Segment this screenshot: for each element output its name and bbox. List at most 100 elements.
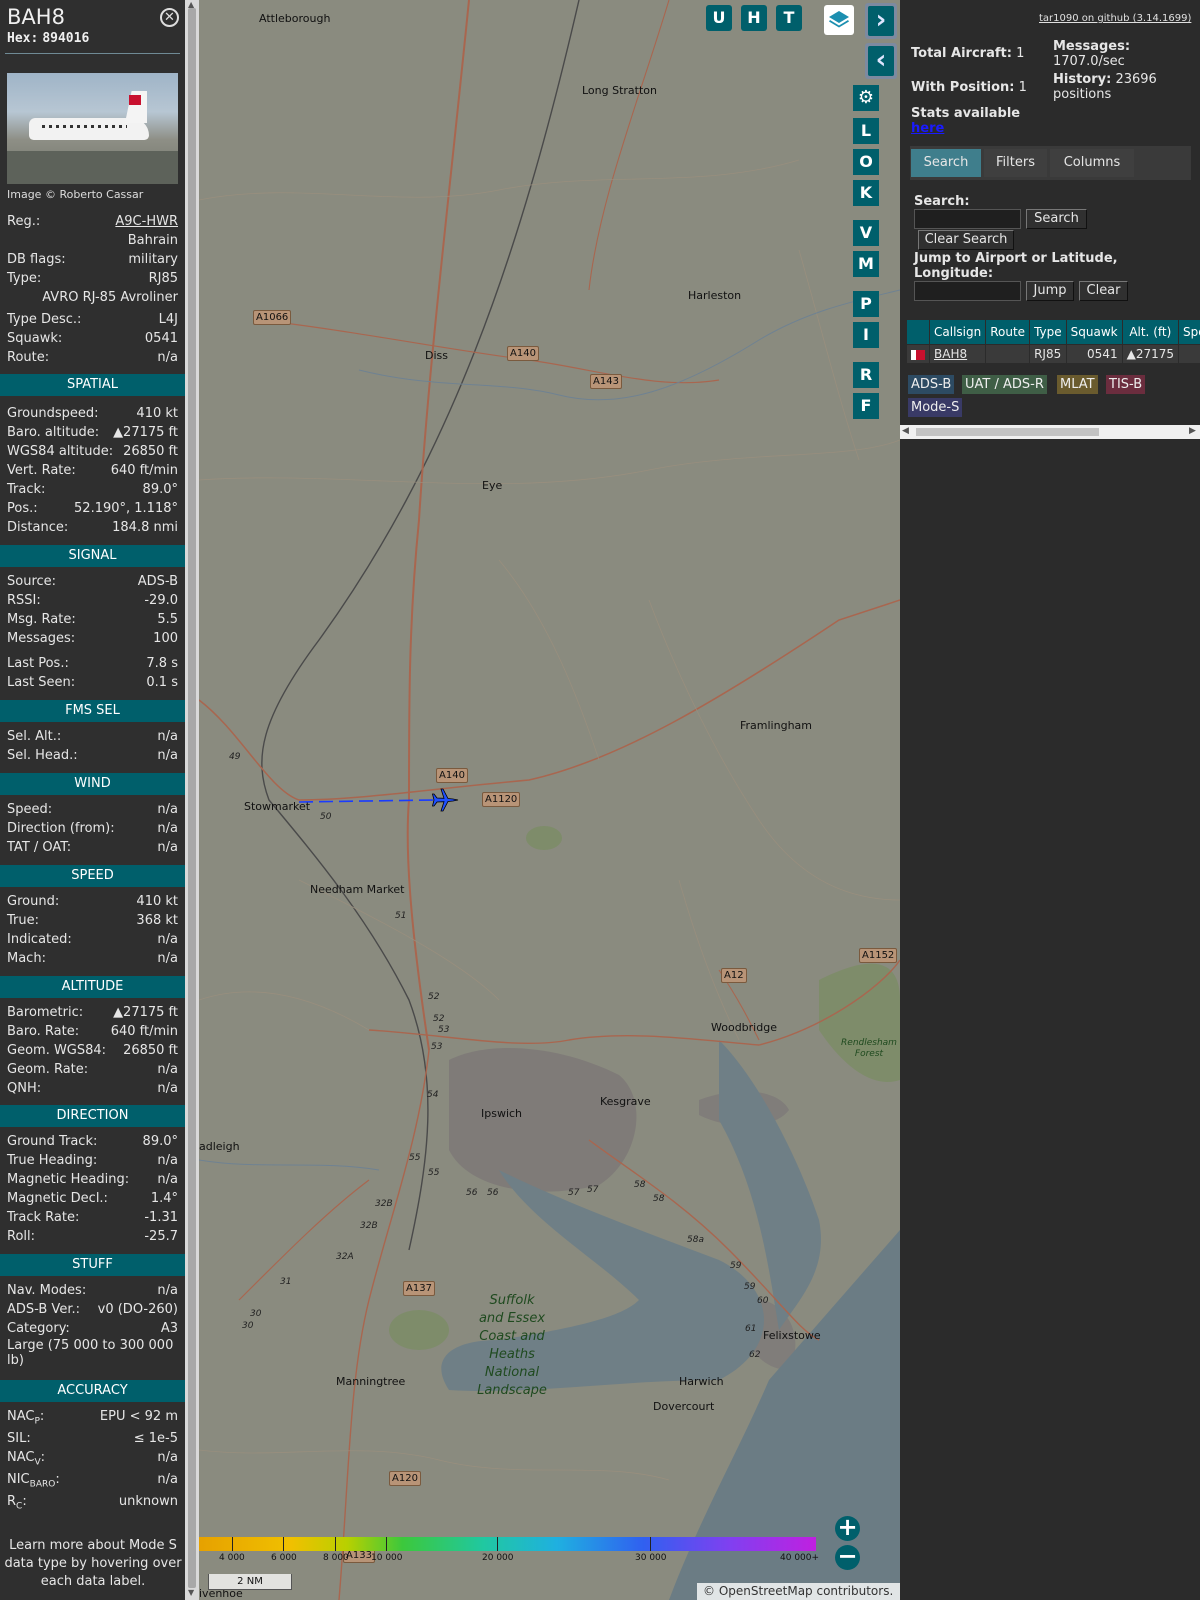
scroll-down-icon[interactable]: ▼ [188, 1588, 194, 1597]
field-label: True: [7, 913, 39, 928]
field-value: n/a [157, 1472, 178, 1487]
field-label: NACP: [7, 1409, 45, 1427]
signal-row: Source: ADS-B [7, 574, 178, 589]
section-header-spatial[interactable]: SPATIAL [0, 374, 185, 396]
section-header-wind[interactable]: WIND [0, 773, 185, 795]
spatial-row: WGS84 altitude: 26850 ft [7, 444, 178, 459]
place-label: Framlingham [740, 719, 812, 732]
jump-input[interactable] [914, 281, 1021, 301]
table-hscrollbar[interactable]: ◀ ▶ [900, 425, 1200, 439]
h-toggle-button[interactable]: H [741, 5, 767, 31]
place-label: Dovercourt [653, 1400, 715, 1413]
col-squawk[interactable]: Squawk [1065, 319, 1123, 345]
col-route[interactable]: Route [985, 319, 1031, 345]
settings-gear-icon[interactable]: ⚙ [853, 85, 879, 111]
field-label: Direction (from): [7, 821, 115, 836]
cell-squawk: 0541 [1065, 344, 1123, 364]
table-header: Callsign Route Type Squawk Alt. (ft) Spd [906, 319, 1200, 345]
col-callsign[interactable]: Callsign [928, 319, 987, 345]
layers-icon[interactable] [824, 5, 854, 35]
col-speed[interactable]: Spd [1178, 319, 1200, 345]
image-credit: Image © Roberto Cassar [7, 188, 144, 201]
place-label: Eye [482, 479, 503, 492]
tab-columns[interactable]: Columns [1050, 149, 1134, 177]
field-label: Sel. Alt.: [7, 729, 62, 744]
accuracy-row: RC: unknown [7, 1494, 178, 1512]
junction-label: 62 [749, 1350, 761, 1360]
search-input[interactable] [914, 209, 1021, 229]
road-label: A143 [590, 374, 622, 389]
col-type[interactable]: Type [1029, 319, 1067, 345]
section-header-accuracy[interactable]: ACCURACY [0, 1380, 185, 1402]
o-toggle-button[interactable]: O [853, 149, 879, 175]
section-header-altitude[interactable]: ALTITUDE [0, 976, 185, 998]
col-altitude[interactable]: Alt. (ft) [1121, 319, 1180, 345]
field-label: Barometric: [7, 1005, 84, 1020]
reg-link[interactable]: A9C-HWR [115, 214, 178, 229]
i-toggle-button[interactable]: I [853, 322, 879, 348]
next-aircraft-button[interactable]: › [865, 3, 897, 39]
clear-button[interactable]: Clear [1079, 281, 1128, 301]
close-icon[interactable]: ✕ [160, 8, 179, 27]
zoom-out-icon[interactable]: − [835, 1544, 860, 1570]
l-toggle-button[interactable]: L [853, 118, 879, 144]
field-value: n/a [157, 748, 178, 763]
squawk-row: Squawk: 0541 [7, 331, 178, 346]
speed-row: Mach: n/a [7, 951, 178, 966]
m-toggle-button[interactable]: M [853, 251, 879, 277]
hscroll-thumb[interactable] [916, 428, 1099, 436]
field-value: 26850 ft [123, 444, 178, 459]
field-label: RC: [7, 1494, 27, 1512]
type-row: Type: RJ85 [7, 271, 178, 286]
place-label: Diss [425, 349, 448, 362]
section-header-direction[interactable]: DIRECTION [0, 1105, 185, 1127]
section-header-speed[interactable]: SPEED [0, 865, 185, 887]
section-header-fms[interactable]: FMS SEL [0, 700, 185, 722]
osm-link[interactable]: OpenStreetMap [719, 1584, 813, 1598]
table-row[interactable]: BAH8 RJ85 0541 ▲27175 [906, 344, 1200, 364]
field-value: 52.190°, 1.118° [74, 501, 178, 516]
search-button[interactable]: Search [1026, 209, 1087, 229]
cell-callsign[interactable]: BAH8 [928, 344, 987, 364]
github-link[interactable]: tar1090 on github (3.14.1699) [1039, 13, 1191, 24]
left-scrollbar[interactable]: ▲ ▼ [185, 0, 199, 1600]
altitude-scale-label: 20 000 [482, 1553, 514, 1563]
altitude-scale-label: 4 000 [219, 1553, 245, 1563]
t-toggle-button[interactable]: T [776, 5, 802, 31]
signal-row: Msg. Rate: 5.5 [7, 612, 178, 627]
scroll-left-icon[interactable]: ◀ [902, 426, 909, 436]
v-toggle-button[interactable]: V [853, 220, 879, 246]
aircraft-photo[interactable] [7, 73, 178, 184]
tab-search[interactable]: Search [911, 149, 981, 177]
stats-link[interactable]: here [911, 121, 944, 136]
distance-scale: 2 NM [208, 1574, 292, 1590]
f-toggle-button[interactable]: F [853, 393, 879, 419]
field-value: n/a [157, 1153, 178, 1168]
legend-adsb: ADS-B [908, 375, 955, 394]
field-label: Category: [7, 1321, 70, 1336]
aircraft-marker-icon[interactable] [431, 785, 461, 815]
field-label: Nav. Modes: [7, 1283, 87, 1298]
r-toggle-button[interactable]: R [853, 362, 879, 388]
u-toggle-button[interactable]: U [706, 5, 732, 31]
section-header-signal[interactable]: SIGNAL [0, 545, 185, 567]
p-toggle-button[interactable]: P [853, 291, 879, 317]
field-value: 89.0° [142, 1134, 178, 1149]
map-view[interactable]: Attleborough Long Stratton Harleston Dis… [199, 0, 900, 1600]
clear-search-button[interactable]: Clear Search [918, 230, 1014, 250]
direction-row: Magnetic Heading: n/a [7, 1172, 178, 1187]
prev-aircraft-button[interactable]: ‹ [865, 43, 897, 79]
tab-filters[interactable]: Filters [984, 149, 1047, 177]
section-header-stuff[interactable]: STUFF [0, 1254, 185, 1276]
scroll-right-icon[interactable]: ▶ [1189, 426, 1196, 436]
country-value: Bahrain [127, 233, 178, 248]
zoom-in-icon[interactable]: + [835, 1515, 860, 1541]
place-label: Woodbridge [711, 1021, 777, 1034]
jump-button[interactable]: Jump [1026, 281, 1074, 301]
k-toggle-button[interactable]: K [853, 180, 879, 206]
field-value: 89.0° [142, 482, 178, 497]
map-attribution: © OpenStreetMap contributors. [697, 1583, 900, 1600]
accuracy-row: NICBARO: n/a [7, 1472, 178, 1490]
scroll-thumb[interactable] [188, 8, 196, 1588]
altitude-scale-label: 6 000 [271, 1553, 297, 1563]
